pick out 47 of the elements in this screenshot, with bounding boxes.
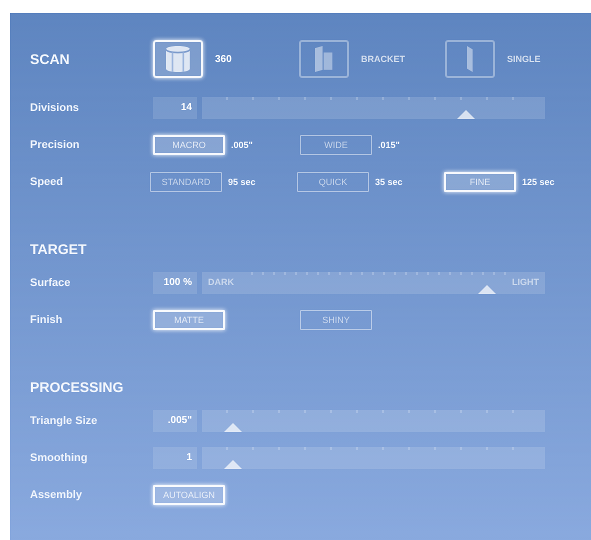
cylinder-icon xyxy=(166,46,190,72)
option-button[interactable]: STANDARD xyxy=(150,172,222,192)
setting-label: Smoothing xyxy=(30,452,88,464)
value-field: 14 xyxy=(153,96,197,118)
mode-label: SINGLE xyxy=(507,54,541,64)
setting-label: Finish xyxy=(30,314,64,326)
slider-thumb[interactable] xyxy=(224,460,242,468)
option-button[interactable]: AUTOALIGN xyxy=(153,484,225,504)
setting-label: Triangle Size xyxy=(30,414,98,426)
option-value: 125 sec xyxy=(522,176,555,186)
option-value: 35 sec xyxy=(375,176,403,186)
option-button[interactable]: QUICK xyxy=(297,172,369,192)
setting-label: Surface xyxy=(30,276,72,288)
option-value: .005" xyxy=(231,140,253,150)
value-field: 1 xyxy=(153,446,197,468)
option-value: 95 sec xyxy=(228,176,256,186)
section-title: TARGET xyxy=(30,241,88,257)
option-button[interactable]: MATTE xyxy=(153,310,225,330)
value-field: 100 % xyxy=(153,272,197,294)
option-button[interactable]: WIDE xyxy=(300,134,372,154)
slider-track[interactable] xyxy=(202,410,545,432)
mode-label: 360 xyxy=(215,54,232,64)
scan-mode-button[interactable] xyxy=(153,40,203,78)
value-field: .005" xyxy=(153,410,197,432)
option-value: .015" xyxy=(378,140,400,150)
scale-label: DARK xyxy=(208,276,234,286)
scan-mode-button[interactable] xyxy=(299,40,349,78)
option-button[interactable]: FINE xyxy=(444,172,516,192)
slider-track[interactable]: DARK LIGHT xyxy=(202,272,545,294)
panels-icon xyxy=(315,46,333,72)
slider-thumb[interactable] xyxy=(478,284,496,294)
setting-label: Assembly xyxy=(30,488,83,500)
setting-label: Precision xyxy=(30,138,81,150)
option-button[interactable]: SHINY xyxy=(300,310,372,330)
scale-label: LIGHT xyxy=(512,276,539,286)
section-title: PROCESSING xyxy=(30,379,124,395)
scan-mode-button[interactable] xyxy=(445,40,495,78)
slider-thumb[interactable] xyxy=(224,422,242,432)
setting-label: Divisions xyxy=(30,102,80,114)
panel-icon xyxy=(467,46,473,72)
setting-label: Speed xyxy=(30,176,64,188)
option-button[interactable]: MACRO xyxy=(153,134,225,154)
slider-track[interactable] xyxy=(202,446,545,468)
slider-track[interactable] xyxy=(202,96,545,118)
slider-thumb[interactable] xyxy=(457,110,476,118)
section-title: SCAN xyxy=(30,51,71,67)
mode-label: BRACKET xyxy=(361,54,405,64)
